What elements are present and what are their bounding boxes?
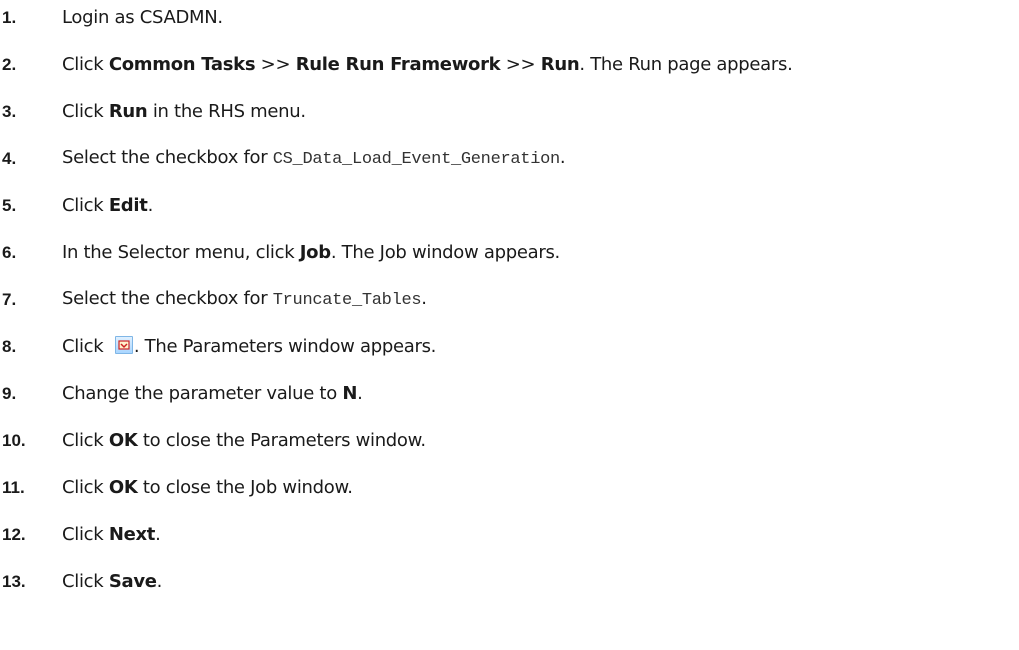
- step-text: Click Run in the RHS menu.: [62, 101, 306, 122]
- step-text: Click OK to close the Parameters window.: [62, 430, 426, 451]
- step-text: In the Selector menu, click Job. The Job…: [62, 242, 560, 263]
- step-11: 11. Click OK to close the Job window.: [0, 473, 353, 503]
- step-13: 13. Click Save.: [0, 567, 162, 597]
- step-text: Click Edit.: [62, 195, 153, 216]
- step-number: 3.: [2, 102, 17, 121]
- step-text: Click OK to close the Job window.: [62, 477, 353, 498]
- step-number: 9.: [2, 384, 17, 403]
- step-number: 1.: [2, 8, 17, 27]
- step-10: 10. Click OK to close the Parameters win…: [0, 426, 426, 456]
- step-9: 9. Change the parameter value to N.: [0, 379, 363, 409]
- menu-path-run: Run: [540, 54, 580, 75]
- step-12: 12. Click Next.: [0, 520, 161, 550]
- step-2: 2. Click Common Tasks >> Rule Run Framew…: [0, 50, 793, 80]
- step-3: 3. Click Run in the RHS menu.: [0, 97, 306, 127]
- step-number: 7.: [2, 290, 17, 309]
- menu-path-rule-run-framework: Rule Run Framework: [295, 54, 501, 75]
- step-number: 10.: [2, 431, 26, 450]
- step-text: Click Next.: [62, 524, 161, 545]
- step-number: 2.: [2, 55, 17, 74]
- step-8: 8. Click . The Parameters window appears…: [0, 332, 436, 362]
- code-name: CS_Data_Load_Event_Generation: [272, 150, 560, 169]
- step-1: 1. Login as CSADMN.: [0, 3, 223, 33]
- step-4: 4. Select the checkbox for CS_Data_Load_…: [0, 144, 566, 174]
- step-text: Click Save.: [62, 571, 163, 592]
- step-text: Click Common Tasks >> Rule Run Framework…: [62, 54, 793, 75]
- step-text: Select the checkbox for Truncate_Tables.: [62, 288, 427, 310]
- step-text: Click . The Parameters window appears.: [62, 336, 437, 357]
- code-name: Truncate_Tables: [272, 291, 422, 310]
- step-text: Select the checkbox for CS_Data_Load_Eve…: [62, 147, 566, 169]
- step-number: 6.: [2, 243, 17, 262]
- step-number: 12.: [2, 525, 26, 544]
- step-text: Login as CSADMN.: [62, 7, 223, 28]
- parameters-icon: [114, 336, 133, 354]
- step-6: 6. In the Selector menu, click Job. The …: [0, 238, 560, 268]
- step-7: 7. Select the checkbox for Truncate_Tabl…: [0, 285, 427, 315]
- step-number: 4.: [2, 149, 17, 168]
- step-number: 8.: [2, 337, 17, 356]
- step-text: Change the parameter value to N.: [62, 383, 363, 404]
- menu-path-common-tasks: Common Tasks: [108, 54, 256, 75]
- step-number: 13.: [2, 572, 26, 591]
- step-number: 11.: [2, 478, 25, 497]
- step-5: 5. Click Edit.: [0, 191, 153, 221]
- step-number: 5.: [2, 196, 17, 215]
